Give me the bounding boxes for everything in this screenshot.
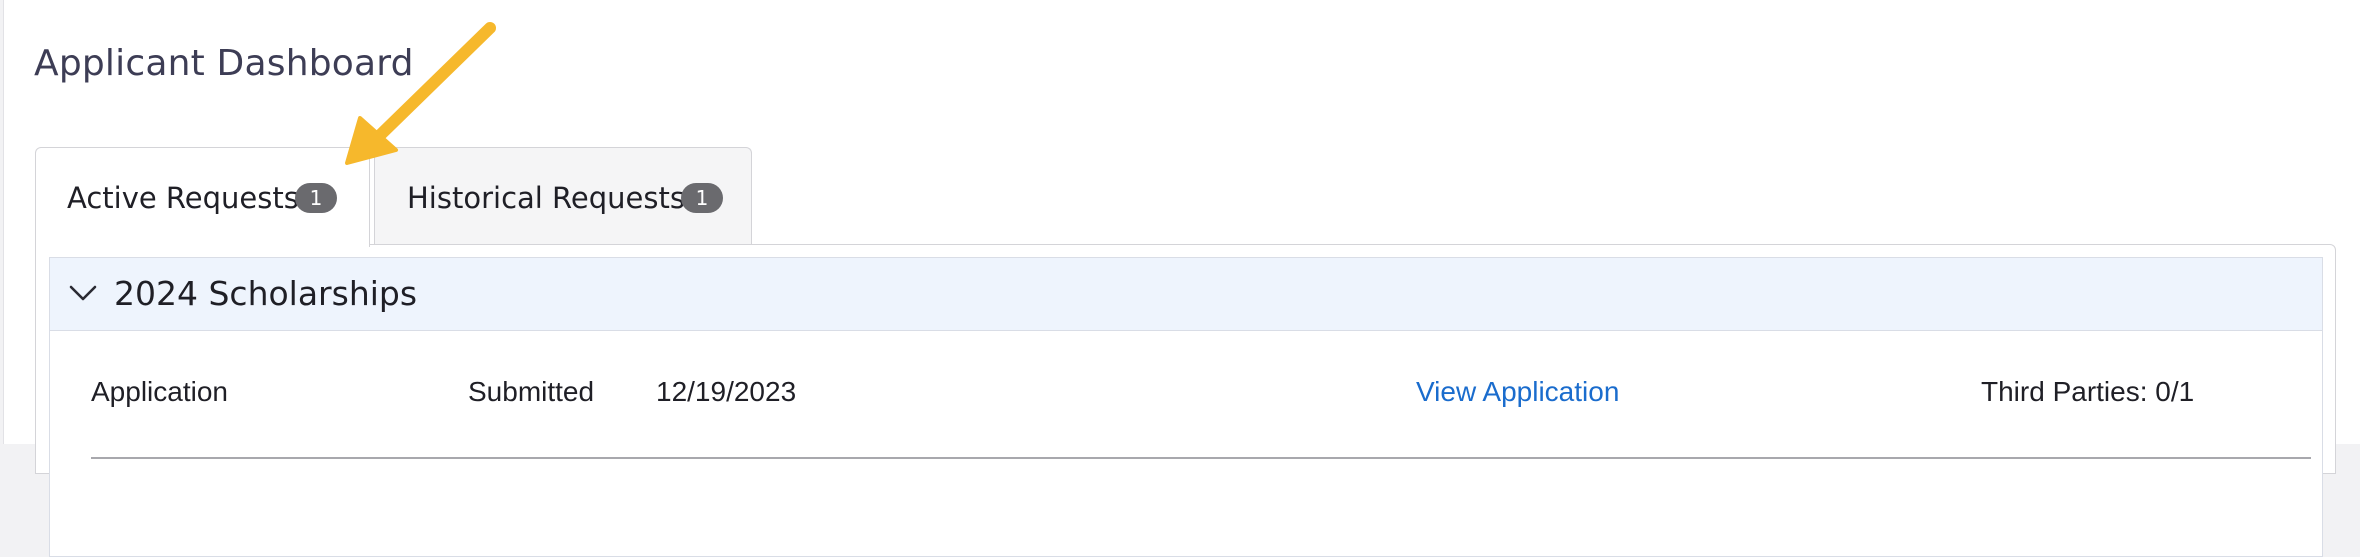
active-requests-panel: 2024 Scholarships Application Submitted …	[35, 244, 2336, 557]
tab-active-requests[interactable]: Active Requests 1	[35, 147, 370, 247]
request-type: Application	[91, 376, 228, 407]
tab-label: Active Requests	[67, 181, 299, 215]
dashboard-card: Applicant Dashboard Active Requests 1 Hi…	[3, 0, 2360, 557]
row-divider	[91, 457, 2311, 459]
third-parties-count: Third Parties: 0/1	[1981, 376, 2195, 407]
section-title: 2024 Scholarships	[114, 274, 418, 313]
tab-historical-requests[interactable]: Historical Requests 1	[374, 147, 752, 244]
request-date: 12/19/2023	[656, 376, 797, 407]
count-badge: 1	[295, 183, 337, 213]
section-header[interactable]: 2024 Scholarships	[50, 258, 2322, 331]
scholarship-section: 2024 Scholarships Application Submitted …	[49, 257, 2323, 557]
view-application-link[interactable]: View Application	[1416, 375, 1619, 409]
chevron-down-icon	[69, 285, 97, 301]
page-title: Applicant Dashboard	[34, 43, 414, 84]
request-status: Submitted	[468, 376, 595, 407]
count-badge: 1	[681, 183, 723, 213]
request-row: Application Submitted 12/19/2023 View Ap…	[50, 331, 2322, 459]
tab-label: Historical Requests	[407, 181, 685, 215]
